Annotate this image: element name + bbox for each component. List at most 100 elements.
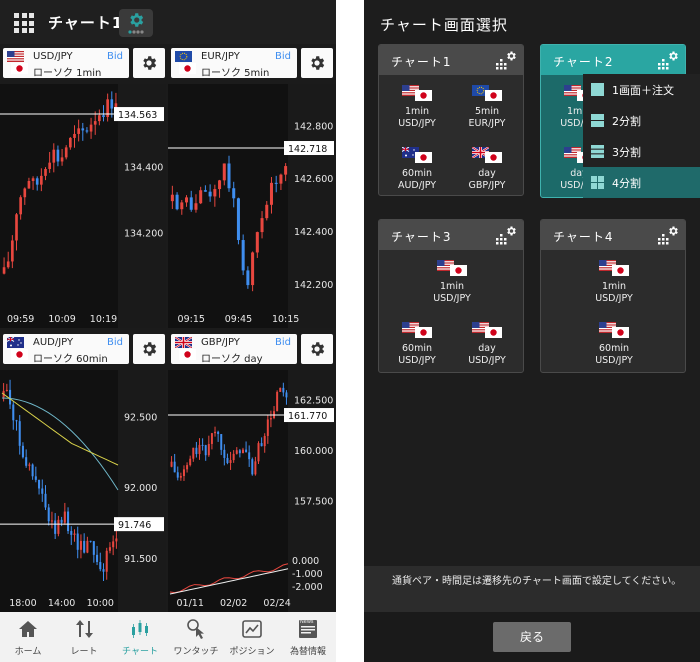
japan-flag-icon: [485, 327, 502, 338]
candle-body: [222, 163, 226, 181]
screen-settings-button[interactable]: [119, 9, 153, 37]
candle-body: [248, 452, 251, 460]
layout-settings-icon[interactable]: [495, 225, 517, 245]
nav-home[interactable]: ホーム: [0, 612, 56, 662]
card-cell: 60min USD/JPY: [387, 322, 447, 370]
y-tick-label: 142.200: [294, 280, 333, 291]
screen-title[interactable]: チャート1: [48, 12, 123, 33]
candle-body: [198, 444, 201, 455]
chart-panel-usdjpy[interactable]: USD/JPY Bid ローソク 1min 134.400 134.200 09:5…: [0, 44, 166, 328]
pair-selector[interactable]: USD/JPY Bid ローソク 1min: [3, 48, 129, 79]
nav-label: 為替情報: [289, 647, 326, 657]
candle-body: [112, 541, 115, 548]
chart-select-screen: チャート画面選択 チャート1 1min USD/JPY 5min EUR/JPY…: [364, 0, 700, 662]
card-cell: 5min EUR/JPY: [457, 85, 517, 133]
menu-grid-icon[interactable]: [14, 13, 34, 33]
nav-position[interactable]: ポジション: [224, 612, 280, 662]
candle-body: [76, 533, 79, 550]
candle-body: [85, 130, 89, 132]
candlestick-chart[interactable]: 142.800 142.600 142.400 142.200 09:15 09:45 10…: [168, 84, 336, 328]
layout-option-split-3[interactable]: 3分割: [583, 136, 700, 167]
candle-body: [79, 540, 82, 550]
candle-body: [207, 443, 210, 456]
chart-panel-gbpjpy[interactable]: GBP/JPY Bid ローソク day 0.000 -1.000 -2.000 16…: [168, 330, 336, 612]
card-cell: 60min USD/JPY: [584, 322, 644, 370]
chart-card-3[interactable]: チャート3 1min USD/JPY 60min USD/JPY day USD…: [378, 219, 524, 373]
panel-settings-button[interactable]: [301, 334, 333, 364]
japan-flag-icon: [485, 90, 502, 101]
flag-pair-icon: [402, 322, 432, 340]
cell-timeframe: 60min: [401, 168, 432, 179]
candle-body: [73, 133, 76, 138]
x-tick-label: 14:00: [48, 598, 75, 609]
candle-body: [60, 519, 63, 523]
panel-settings-button[interactable]: [133, 334, 165, 364]
candle-body: [18, 421, 21, 446]
page-dots-icon: [128, 30, 144, 34]
candle-body: [173, 461, 176, 473]
layout-option-single-order[interactable]: 1画面＋注文: [583, 74, 700, 105]
candle-body: [232, 453, 235, 461]
candle-body: [89, 124, 93, 132]
x-tick-label: 10:15: [272, 314, 299, 325]
layout-settings-icon[interactable]: [657, 50, 679, 70]
layout-settings-icon[interactable]: [495, 50, 517, 70]
back-button[interactable]: 戻る: [493, 622, 571, 652]
candlestick-chart[interactable]: 134.400 134.200 09:59 10:09 10:19 134.563: [0, 84, 166, 328]
split-2-icon: [591, 114, 604, 127]
candle-body: [73, 533, 76, 535]
japan-flag-icon: [450, 265, 467, 276]
candlestick-chart[interactable]: 0.000 -1.000 -2.000 162.500 160.000 157.500 01…: [168, 370, 336, 612]
chart-panel-audjpy[interactable]: AUD/JPY Bid ローソク 60min 92.500 92.000 91.50…: [0, 330, 166, 612]
nav-label: ワンタッチ: [173, 647, 219, 657]
candle-body: [246, 270, 250, 286]
candle-body: [15, 420, 18, 422]
nav-chart[interactable]: チャート: [112, 612, 168, 662]
cell-pair: GBP/JPY: [468, 180, 506, 191]
japan-flag-icon: [179, 63, 196, 74]
chart-card-4[interactable]: チャート4 1min USD/JPY 60min USD/JPY: [540, 219, 686, 373]
candle-body: [99, 561, 102, 570]
bottom-nav: ホーム レート チャート ワンタッチ ポジション News 為替情報: [0, 612, 336, 662]
nav-rate[interactable]: レート: [56, 612, 112, 662]
panel-settings-button[interactable]: [301, 48, 333, 78]
candle-body: [226, 457, 229, 464]
candle-body: [179, 476, 182, 478]
nav-one-touch[interactable]: ワンタッチ: [168, 612, 224, 662]
chart-card-1[interactable]: チャート1 1min USD/JPY 5min EUR/JPY 60min AU…: [378, 44, 524, 196]
nav-news[interactable]: News 為替情報: [280, 612, 336, 662]
y-tick-label: 142.800: [294, 121, 333, 132]
candle-body: [23, 188, 27, 198]
candle-body: [232, 188, 236, 199]
cell-pair: USD/JPY: [468, 355, 506, 366]
card-cell: 60min AUD/JPY: [387, 147, 447, 195]
layout-option-split-4[interactable]: 4分割: [583, 167, 700, 198]
pair-selector[interactable]: EUR/JPY Bid ローソク 5min: [171, 48, 297, 79]
japan-flag-icon: [11, 63, 28, 74]
candle-body: [241, 449, 244, 454]
pair-selector[interactable]: GBP/JPY Bid ローソク day: [171, 334, 297, 365]
bid-label: Bid: [275, 337, 291, 348]
flag-pair-icon: [402, 85, 432, 103]
current-price-label: 91.746: [118, 520, 151, 531]
pair-name: USD/JPY: [33, 51, 73, 62]
candle-body: [70, 531, 73, 535]
pair-selector[interactable]: AUD/JPY Bid ローソク 60min: [3, 334, 129, 365]
candle-body: [102, 115, 105, 118]
layout-settings-icon[interactable]: [657, 225, 679, 245]
panel-header: USD/JPY Bid ローソク 1min: [0, 44, 166, 84]
candle-body: [56, 149, 60, 162]
chart-panel-eurjpy[interactable]: EUR/JPY Bid ローソク 5min 142.800 142.600 142.…: [168, 44, 336, 328]
panel-settings-button[interactable]: [133, 48, 165, 78]
card-title: チャート4: [553, 230, 614, 244]
candle-body: [260, 443, 263, 447]
flag-pair-icon: [7, 337, 29, 361]
gear-icon: [308, 54, 326, 72]
candle-body: [213, 189, 217, 197]
y-tick-label: 91.500: [124, 554, 157, 565]
candlestick-chart[interactable]: 92.500 92.000 91.500 18:00 14:00 10:00 91.746: [0, 370, 166, 612]
layout-option-split-2[interactable]: 2分割: [583, 105, 700, 136]
candle-body: [208, 191, 212, 197]
nav-label: チャート: [122, 647, 158, 657]
y-tick-label: 157.500: [294, 496, 333, 507]
